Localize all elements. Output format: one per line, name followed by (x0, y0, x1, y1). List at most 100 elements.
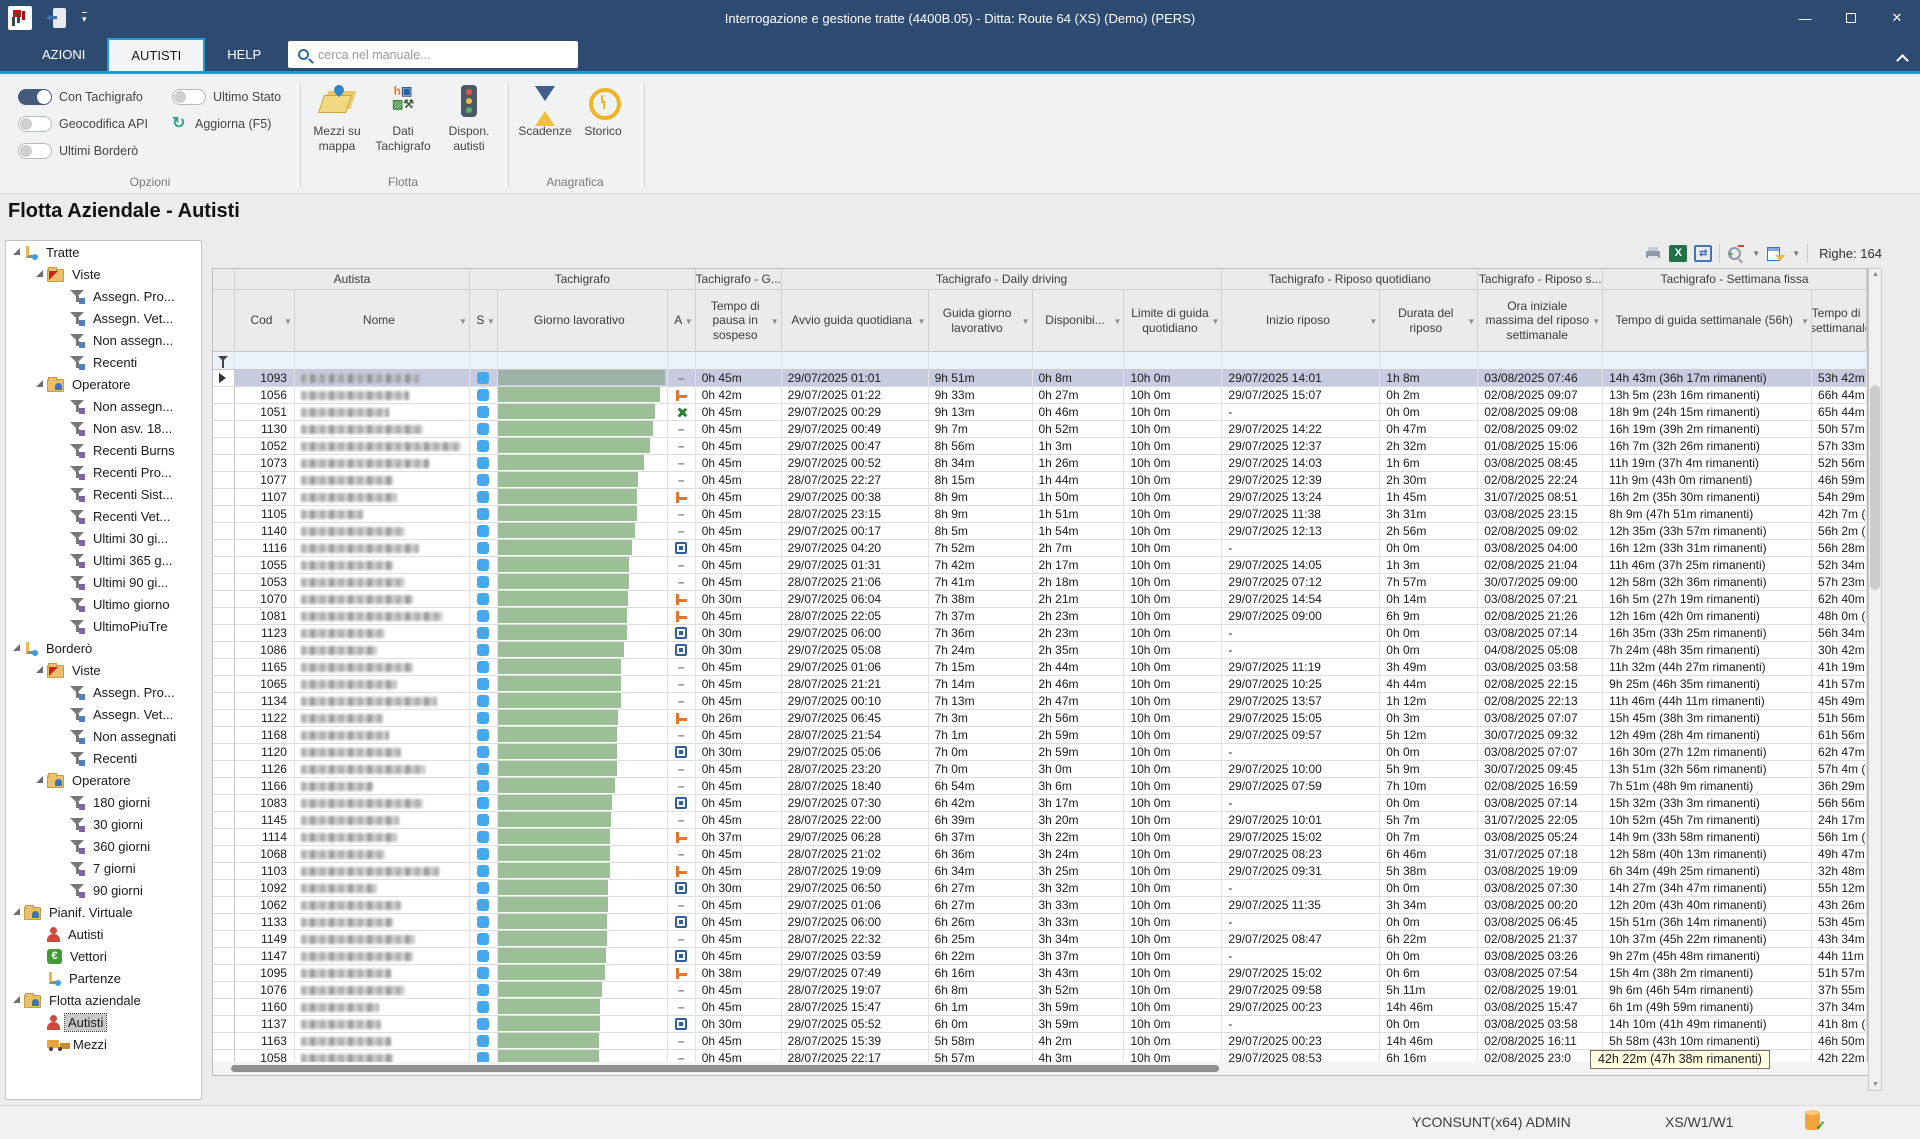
table-row[interactable]: 11370h 30m29/07/2025 05:526h 0m3h 59m10h… (213, 1016, 1867, 1033)
cell-nome[interactable] (295, 965, 470, 982)
cell-ora-iniziale[interactable]: 02/08/2025 21:37 (1478, 931, 1603, 948)
maximize-button[interactable] (1828, 0, 1874, 36)
cell-ora-iniziale[interactable]: 31/07/2025 07:18 (1478, 846, 1603, 863)
cell-guida-giorno[interactable]: 6h 54m (929, 778, 1033, 795)
cell-a[interactable]: – (668, 455, 696, 472)
row-indicator[interactable] (213, 370, 235, 387)
cell-ora-iniziale[interactable]: 31/07/2025 22:05 (1478, 812, 1603, 829)
cell-s[interactable] (470, 999, 498, 1016)
column-header-giorno[interactable]: Giorno lavorativo (498, 290, 668, 352)
cell-limite[interactable]: 10h 0m (1124, 948, 1222, 965)
cell-cod[interactable]: 1166 (235, 778, 295, 795)
cell-cod[interactable]: 1165 (235, 659, 295, 676)
cell-pausa[interactable]: 0h 45m (696, 982, 782, 999)
cell-s[interactable] (470, 591, 498, 608)
cell-durata-riposo[interactable]: 6h 9m (1380, 608, 1478, 625)
cell-tempo-settimanale[interactable]: 16h 12m (33h 31m rimanenti) (1603, 540, 1812, 557)
tree-item-360-giorni[interactable]: 360 giorni (6, 835, 201, 857)
cell-nome[interactable] (295, 625, 470, 642)
cell-disponibilita[interactable]: 3h 25m (1033, 863, 1125, 880)
cell-tempo-bisettimanale[interactable]: 52h 34m (37h (1812, 557, 1867, 574)
filter-dropdown-icon[interactable]: ▼ (1369, 317, 1377, 327)
cell-limite[interactable]: 10h 0m (1124, 710, 1222, 727)
cell-disponibilita[interactable]: 2h 23m (1033, 608, 1125, 625)
cell-pausa[interactable]: 0h 38m (696, 965, 782, 982)
cell-avvio[interactable]: 28/07/2025 22:00 (782, 812, 929, 829)
cell-durata-riposo[interactable]: 5h 12m (1380, 727, 1478, 744)
cell-s[interactable] (470, 506, 498, 523)
cell-durata-riposo[interactable]: 1h 6m (1380, 455, 1478, 472)
cell-inizio-riposo[interactable]: 29/07/2025 10:00 (1222, 761, 1380, 778)
cell-guida-giorno[interactable]: 7h 0m (929, 761, 1033, 778)
cell-limite[interactable]: 10h 0m (1124, 829, 1222, 846)
cell-tempo-settimanale[interactable]: 12h 16m (42h 0m rimanenti) (1603, 608, 1812, 625)
cell-limite[interactable]: 10h 0m (1124, 999, 1222, 1016)
filter-cell-durata[interactable] (1380, 352, 1478, 370)
cell-guida-giorno[interactable]: 7h 24m (929, 642, 1033, 659)
cell-tempo-settimanale[interactable]: 16h 2m (35h 30m rimanenti) (1603, 489, 1812, 506)
cell-giorno-lavorativo[interactable] (498, 931, 668, 948)
row-indicator[interactable] (213, 829, 235, 846)
table-row[interactable]: 1077–0h 45m28/07/2025 22:278h 15m1h 44m1… (213, 472, 1867, 489)
cell-tempo-settimanale[interactable]: 9h 27m (45h 48m rimanenti) (1603, 948, 1812, 965)
cell-tempo-bisettimanale[interactable]: 51h 56m (38h (1812, 710, 1867, 727)
cell-ora-iniziale[interactable]: 03/08/2025 03:58 (1478, 1016, 1603, 1033)
cell-durata-riposo[interactable]: 0h 3m (1380, 710, 1478, 727)
cell-avvio[interactable]: 29/07/2025 06:04 (782, 591, 929, 608)
tree-item-viste[interactable]: Viste (6, 659, 201, 681)
filter-cell-pausa[interactable] (696, 352, 782, 370)
cell-limite[interactable]: 10h 0m (1124, 642, 1222, 659)
table-row[interactable]: 1126–0h 45m28/07/2025 23:207h 0m3h 0m10h… (213, 761, 1867, 778)
filter-dropdown-icon[interactable]: ▼ (459, 317, 467, 327)
cell-cod[interactable]: 1076 (235, 982, 295, 999)
cell-s[interactable] (470, 744, 498, 761)
cell-giorno-lavorativo[interactable] (498, 897, 668, 914)
zoom-dropdown-icon[interactable]: ▼ (1752, 249, 1760, 258)
cell-giorno-lavorativo[interactable] (498, 455, 668, 472)
cell-tempo-settimanale[interactable]: 16h 19m (39h 2m rimanenti) (1603, 421, 1812, 438)
cell-durata-riposo[interactable]: 0h 47m (1380, 421, 1478, 438)
cell-ora-iniziale[interactable]: 03/08/2025 23:15 (1478, 506, 1603, 523)
scadenze-button[interactable]: Scadenze (514, 85, 576, 139)
tree-item-90-giorni[interactable]: 90 giorni (6, 879, 201, 901)
toggle-switch[interactable] (18, 89, 52, 105)
cell-disponibilita[interactable]: 2h 17m (1033, 557, 1125, 574)
cell-nome[interactable] (295, 744, 470, 761)
tree-item-non-asv-18[interactable]: Non asv. 18... (6, 417, 201, 439)
cell-nome[interactable] (295, 370, 470, 387)
cell-inizio-riposo[interactable]: - (1222, 625, 1380, 642)
cell-tempo-settimanale[interactable]: 7h 24m (48h 35m rimanenti) (1603, 642, 1812, 659)
cell-tempo-bisettimanale[interactable]: 62h 40m (27h (1812, 591, 1867, 608)
cell-a[interactable]: – (668, 557, 696, 574)
table-row[interactable]: 1093–0h 45m29/07/2025 01:019h 51m0h 8m10… (213, 370, 1867, 387)
manual-search-input[interactable]: cerca nel manuale... (288, 41, 578, 68)
filter-cell-sett[interactable] (1603, 352, 1812, 370)
cell-tempo-bisettimanale[interactable]: 24h 17m (65h (1812, 812, 1867, 829)
cell-inizio-riposo[interactable]: 29/07/2025 09:31 (1222, 863, 1380, 880)
cell-nome[interactable] (295, 710, 470, 727)
cell-giorno-lavorativo[interactable] (498, 574, 668, 591)
cell-cod[interactable]: 1083 (235, 795, 295, 812)
cell-ora-iniziale[interactable]: 03/08/2025 07:14 (1478, 625, 1603, 642)
cell-ora-iniziale[interactable]: 02/08/2025 09:07 (1478, 387, 1603, 404)
cell-avvio[interactable]: 29/07/2025 06:28 (782, 829, 929, 846)
cell-tempo-bisettimanale[interactable]: 55h 12m (34h (1812, 880, 1867, 897)
cell-disponibilita[interactable]: 2h 7m (1033, 540, 1125, 557)
cell-durata-riposo[interactable]: 0h 0m (1380, 625, 1478, 642)
cell-giorno-lavorativo[interactable] (498, 1016, 668, 1033)
cell-giorno-lavorativo[interactable] (498, 999, 668, 1016)
cell-guida-giorno[interactable]: 7h 14m (929, 676, 1033, 693)
table-row[interactable]: 1134–0h 45m29/07/2025 00:107h 13m2h 47m1… (213, 693, 1867, 710)
cell-ora-iniziale[interactable]: 02/08/2025 19:01 (1478, 982, 1603, 999)
cell-s[interactable] (470, 608, 498, 625)
cell-disponibilita[interactable]: 2h 47m (1033, 693, 1125, 710)
cell-limite[interactable]: 10h 0m (1124, 455, 1222, 472)
cell-giorno-lavorativo[interactable] (498, 1033, 668, 1050)
cell-cod[interactable]: 1140 (235, 523, 295, 540)
cell-a[interactable]: – (668, 982, 696, 999)
cell-avvio[interactable]: 29/07/2025 00:17 (782, 523, 929, 540)
tree-expander-icon[interactable] (12, 644, 20, 652)
cell-inizio-riposo[interactable]: - (1222, 1016, 1380, 1033)
cell-avvio[interactable]: 29/07/2025 05:06 (782, 744, 929, 761)
cell-s[interactable] (470, 863, 498, 880)
